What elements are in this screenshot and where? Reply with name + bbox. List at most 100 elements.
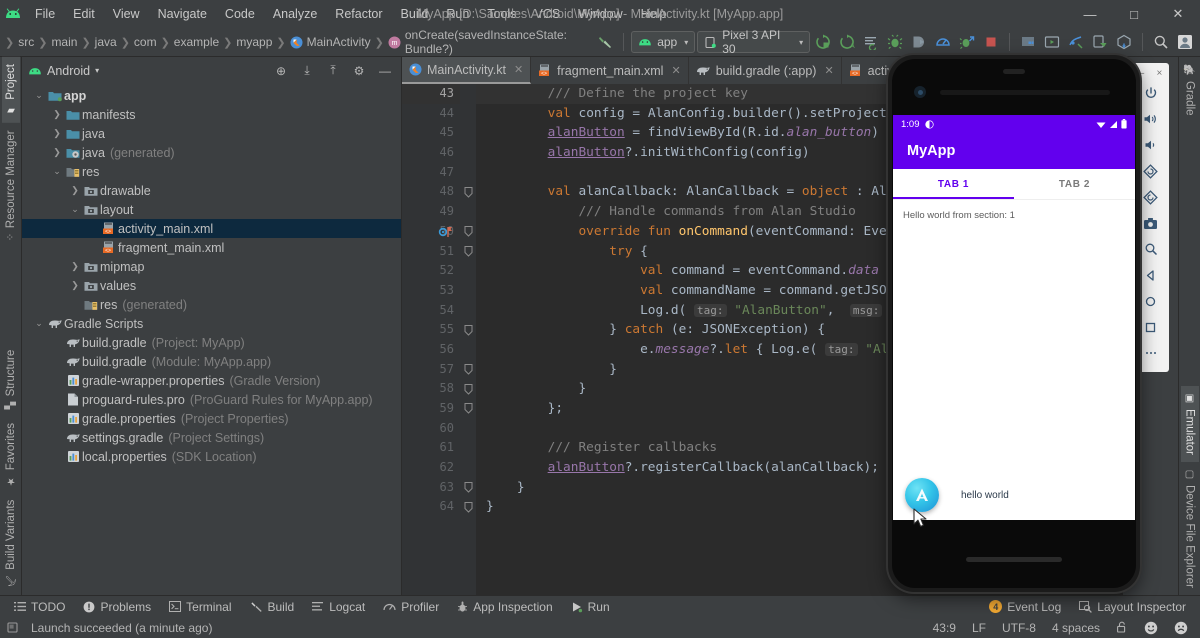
editor-tab-fragment-main-xml[interactable]: <>fragment_main.xml✕ (531, 57, 689, 84)
tree-node-res[interactable]: ⌄res (22, 162, 401, 181)
tree-node-java[interactable]: ❯java(generated) (22, 143, 401, 162)
indent-setting[interactable]: 4 spaces (1046, 621, 1106, 635)
volume-up-icon[interactable] (1136, 106, 1166, 132)
lock-icon[interactable] (1110, 621, 1134, 634)
chevron-down-icon[interactable]: ⌄ (32, 318, 46, 329)
device-selector[interactable]: Pixel 3 API 30 ▾ (697, 31, 810, 53)
collapse-all-icon[interactable]: ⤒ (323, 61, 343, 81)
breadcrumb-mainactivity[interactable]: MainActivity (287, 35, 374, 49)
close-icon[interactable]: ✕ (824, 64, 833, 77)
menu-run[interactable]: Run (437, 4, 478, 24)
close-icon[interactable]: ✕ (671, 64, 680, 77)
menu-edit[interactable]: Edit (64, 4, 104, 24)
bottom-tab-layout-inspector[interactable]: Layout Inspector (1071, 598, 1194, 616)
tree-node-mipmap[interactable]: ❯mipmap (22, 257, 401, 276)
bottom-tab-logcat[interactable]: Logcat (304, 598, 373, 616)
bottom-tab-profiler[interactable]: Profiler (375, 598, 447, 616)
override-method-gutter-icon[interactable] (438, 225, 454, 239)
tree-node-build-gradle[interactable]: build.gradle(Module: MyApp.app) (22, 352, 401, 371)
menu-vcs[interactable]: VCS (525, 4, 569, 24)
layout-inspector-toolbar-button[interactable] (1065, 31, 1087, 53)
breadcrumb-java[interactable]: java (92, 35, 120, 49)
emulator-close-button[interactable]: × (1157, 68, 1163, 79)
tree-node-java[interactable]: ❯java (22, 124, 401, 143)
tree-node-build-gradle[interactable]: build.gradle(Project: MyApp) (22, 333, 401, 352)
expand-all-icon[interactable]: ⤓ (297, 61, 317, 81)
breadcrumb-oncreate[interactable]: m onCreate(savedInstanceState: Bundle?) (385, 28, 592, 56)
tree-node-drawable[interactable]: ❯drawable (22, 181, 401, 200)
tree-node-gradle-properties[interactable]: gradle.properties(Project Properties) (22, 409, 401, 428)
tree-node-proguard-rules-pro[interactable]: proguard-rules.pro(ProGuard Rules for My… (22, 390, 401, 409)
line-separator[interactable]: LF (966, 621, 992, 635)
stop-button[interactable] (980, 31, 1002, 53)
user-avatar-icon[interactable] (1174, 31, 1196, 53)
more-icon[interactable] (1136, 340, 1166, 366)
search-everywhere-icon[interactable] (1150, 31, 1172, 53)
menu-analyze[interactable]: Analyze (264, 4, 326, 24)
sidebar-tab-project[interactable]: ▰ Project (2, 57, 20, 123)
menu-file[interactable]: File (26, 4, 64, 24)
chevron-right-icon[interactable]: ❯ (50, 128, 64, 139)
menu-navigate[interactable]: Navigate (149, 4, 216, 24)
sidebar-tab-resource-manager[interactable]: ⁘ Resource Manager (2, 123, 20, 248)
fold-marker-icon[interactable] (460, 399, 476, 419)
feedback-positive-icon[interactable] (1138, 621, 1164, 635)
breadcrumb-main[interactable]: main (48, 35, 80, 49)
breadcrumb-myapp[interactable]: myapp (233, 35, 275, 49)
tree-node-gradle-wrapper-properties[interactable]: gradle-wrapper.properties(Gradle Version… (22, 371, 401, 390)
tree-node-settings-gradle[interactable]: settings.gradle(Project Settings) (22, 428, 401, 447)
screenshot-camera-icon[interactable] (1136, 210, 1166, 236)
bottom-tab-event-log[interactable]: 4 Event Log (981, 598, 1069, 616)
minimize-button[interactable]: — (1068, 0, 1112, 28)
run-with-coverage-button[interactable]: A (836, 31, 858, 53)
rotate-left-icon[interactable] (1136, 158, 1166, 184)
avd-manager-button[interactable] (1041, 31, 1063, 53)
sidebar-tab-emulator[interactable]: ▣ Emulator (1181, 386, 1199, 462)
project-view-selector[interactable]: Android ▾ (28, 64, 99, 78)
chevron-right-icon[interactable]: ❯ (68, 280, 82, 291)
tree-node-gradle-scripts[interactable]: ⌄Gradle Scripts (22, 314, 401, 333)
breadcrumb-com[interactable]: com (131, 35, 160, 49)
zoom-icon[interactable] (1136, 236, 1166, 262)
chevron-down-icon[interactable]: ⌄ (32, 90, 46, 101)
volume-down-icon[interactable] (1136, 132, 1166, 158)
tree-node-local-properties[interactable]: local.properties(SDK Location) (22, 447, 401, 466)
device-file-explorer-toolbar-button[interactable] (1089, 31, 1111, 53)
caret-position[interactable]: 43:9 (927, 621, 962, 635)
menu-build[interactable]: Build (392, 4, 438, 24)
home-icon[interactable] (1136, 288, 1166, 314)
device-screen[interactable]: 1:09 MyApp TAB 1 TAB 2 (893, 115, 1135, 520)
fold-marker-icon[interactable] (460, 360, 476, 380)
attach-debugger-button[interactable] (908, 31, 930, 53)
fold-marker-icon[interactable] (460, 320, 476, 340)
tree-node-manifests[interactable]: ❯manifests (22, 105, 401, 124)
sidebar-tab-favorites[interactable]: ★ Favorites (2, 416, 20, 493)
sidebar-tab-structure[interactable]: ▚ Structure (2, 343, 20, 416)
app-tab-1[interactable]: TAB 1 (893, 169, 1014, 199)
back-icon[interactable] (1136, 262, 1166, 288)
apply-changes-button[interactable] (860, 31, 882, 53)
fold-marker-icon[interactable] (460, 497, 476, 517)
fold-marker-icon[interactable] (460, 242, 476, 262)
menu-tools[interactable]: Tools (478, 4, 525, 24)
bottom-tab-terminal[interactable]: Terminal (161, 598, 239, 616)
bottom-tab-app-inspection[interactable]: App Inspection (449, 598, 560, 616)
maximize-button[interactable]: □ (1112, 0, 1156, 28)
chevron-down-icon[interactable]: ⌄ (50, 166, 64, 177)
breadcrumb-src[interactable]: src (15, 35, 37, 49)
tree-node-layout[interactable]: ⌄layout (22, 200, 401, 219)
alan-button[interactable] (905, 478, 939, 512)
gear-icon[interactable]: ⚙ (349, 61, 369, 81)
code-folding-gutter[interactable] (460, 84, 476, 595)
close-button[interactable]: ✕ (1156, 0, 1200, 28)
tree-node-res[interactable]: res(generated) (22, 295, 401, 314)
fold-marker-icon[interactable] (460, 379, 476, 399)
menu-window[interactable]: Window (569, 4, 631, 24)
file-encoding[interactable]: UTF-8 (996, 621, 1042, 635)
menu-help[interactable]: Help (632, 4, 676, 24)
sdk-manager-button[interactable] (1017, 31, 1039, 53)
chevron-right-icon[interactable]: ❯ (68, 261, 82, 272)
build-hammer-icon[interactable] (594, 31, 616, 53)
profiler-button[interactable] (932, 31, 954, 53)
breadcrumb-example[interactable]: example (171, 35, 222, 49)
